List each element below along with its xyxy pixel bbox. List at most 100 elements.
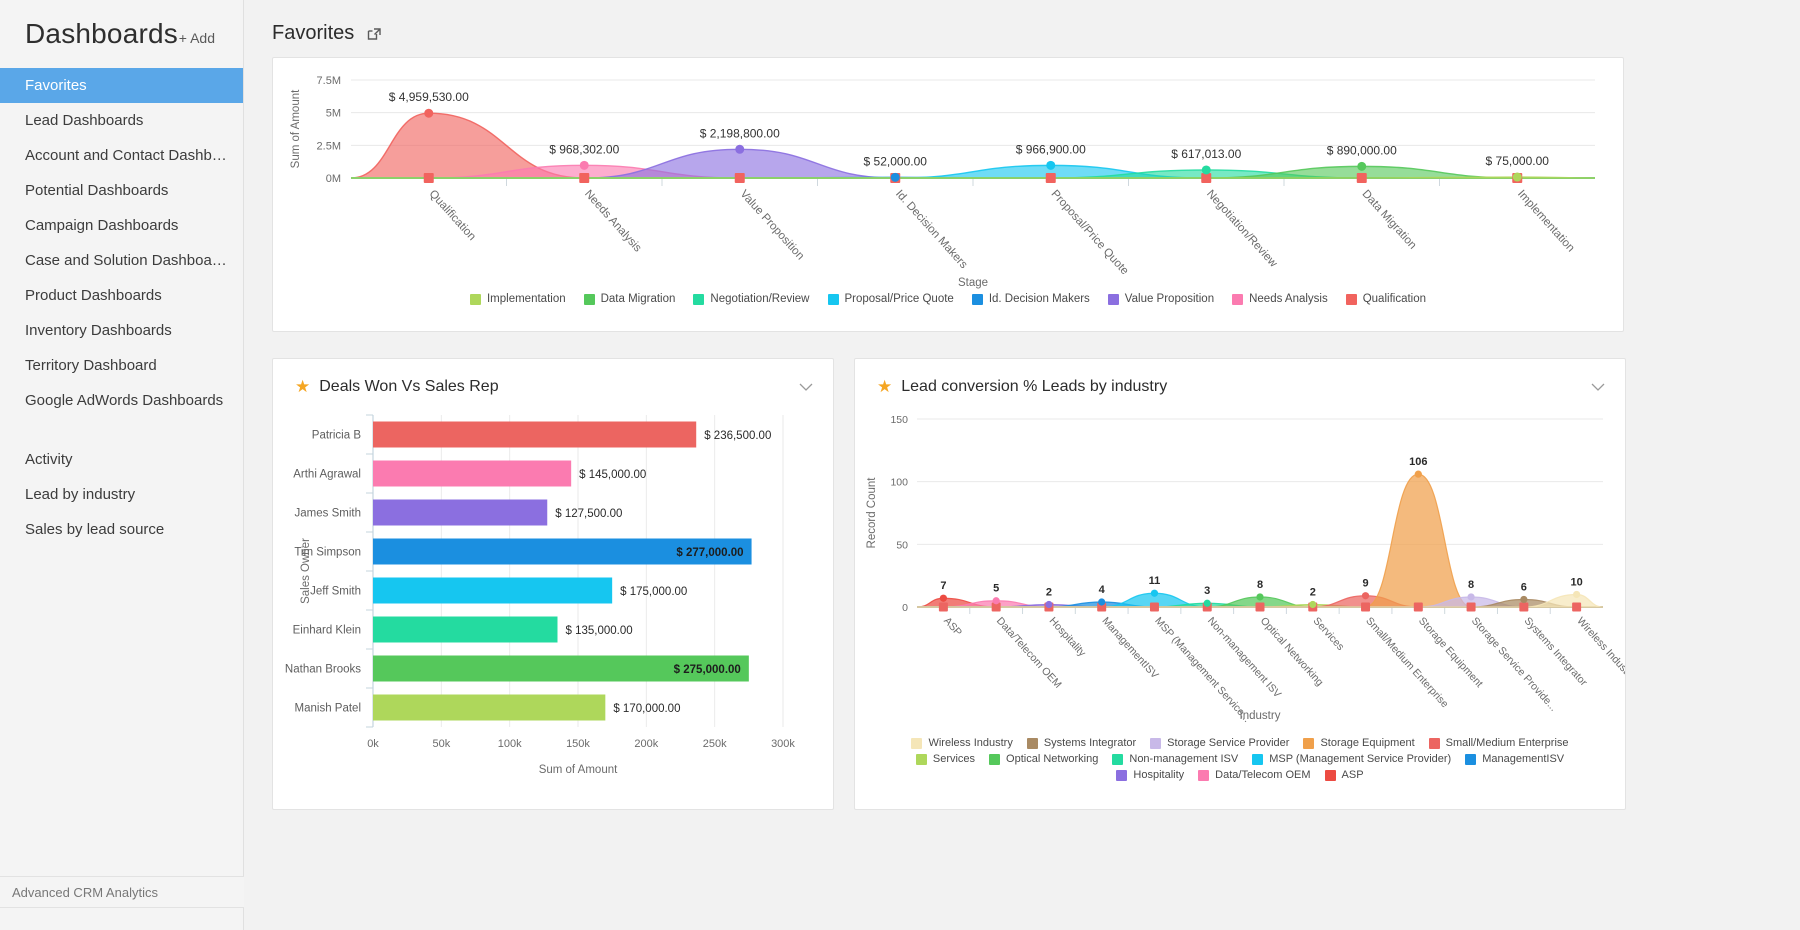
legend-label: ManagementISV — [1482, 753, 1564, 765]
sidebar-item-lead-dashboards[interactable]: Lead Dashboards — [0, 103, 243, 138]
svg-text:5M: 5M — [326, 108, 341, 120]
svg-text:150k: 150k — [566, 738, 590, 750]
svg-text:7.5M: 7.5M — [317, 75, 341, 87]
legend-item[interactable]: ManagementISV — [1465, 753, 1564, 765]
legend-label: Qualification — [1363, 293, 1426, 305]
svg-text:2: 2 — [1310, 586, 1316, 598]
svg-text:7: 7 — [940, 580, 946, 592]
legend-label: Optical Networking — [1006, 753, 1098, 765]
legend-swatch — [1116, 770, 1127, 781]
svg-text:4: 4 — [1099, 584, 1106, 596]
sidebar-footer-link[interactable]: Advanced CRM Analytics — [0, 876, 244, 908]
add-dashboard-button[interactable]: + Add — [179, 30, 223, 46]
legend-label: Wireless Industry — [928, 737, 1012, 749]
sidebar-item-lead-by-industry[interactable]: Lead by industry — [0, 477, 243, 512]
legend-item[interactable]: Value Proposition — [1108, 293, 1214, 305]
sidebar-nav-secondary: ActivityLead by industrySales by lead so… — [0, 442, 243, 547]
legend-item[interactable]: ASP — [1325, 769, 1364, 781]
legend-item[interactable]: Data/Telecom OEM — [1198, 769, 1310, 781]
svg-text:$ 2,198,800.00: $ 2,198,800.00 — [700, 126, 780, 140]
legend-item[interactable]: Proposal/Price Quote — [828, 293, 954, 305]
sidebar-item-potential-dashboards[interactable]: Potential Dashboards — [0, 173, 243, 208]
sidebar-item-favorites[interactable]: Favorites — [0, 68, 243, 103]
legend-item[interactable]: Needs Analysis — [1232, 293, 1328, 305]
legend-swatch — [1465, 754, 1476, 765]
svg-text:8: 8 — [1468, 579, 1474, 591]
legend-item[interactable]: Negotiation/Review — [693, 293, 809, 305]
legend-item[interactable]: Services — [916, 753, 975, 765]
legend-item[interactable]: Data Migration — [584, 293, 676, 305]
svg-text:Storage Service Provide...: Storage Service Provide... — [1469, 615, 1560, 714]
legend-label: Implementation — [487, 293, 566, 305]
legend-item[interactable]: Systems Integrator — [1027, 737, 1136, 749]
chevron-down-icon[interactable] — [1591, 383, 1609, 392]
sidebar-title: Dashboards — [25, 18, 178, 50]
svg-text:250k: 250k — [703, 738, 727, 750]
sidebar-item-inventory-dashboards[interactable]: Inventory Dashboards — [0, 313, 243, 348]
svg-text:ASP: ASP — [941, 615, 964, 639]
legend-item[interactable]: Non-management ISV — [1112, 753, 1238, 765]
sidebar-item-sales-by-lead-source[interactable]: Sales by lead source — [0, 512, 243, 547]
legend-item[interactable]: Storage Equipment — [1303, 737, 1414, 749]
legend-label: Value Proposition — [1125, 293, 1214, 305]
legend-label: Needs Analysis — [1249, 293, 1328, 305]
legend-swatch — [1108, 294, 1119, 305]
svg-text:100: 100 — [890, 477, 908, 489]
legend-label: Non-management ISV — [1129, 753, 1238, 765]
main-content: Favorites 0M2.5M5M7.5MSum of Amount$ 4,9… — [244, 0, 1800, 930]
svg-text:Hospitality: Hospitality — [1047, 615, 1089, 660]
legend-item[interactable]: Storage Service Provider — [1150, 737, 1289, 749]
legend-label: Negotiation/Review — [710, 293, 809, 305]
sidebar-item-activity[interactable]: Activity — [0, 442, 243, 477]
sidebar-item-case-and-solution-dashboards[interactable]: Case and Solution Dashboards — [0, 243, 243, 278]
svg-text:50: 50 — [896, 539, 908, 551]
sidebar-nav: FavoritesLead DashboardsAccount and Cont… — [0, 68, 243, 418]
svg-text:2: 2 — [1046, 586, 1052, 598]
svg-text:MSP (Management Service...: MSP (Management Service... — [1152, 615, 1253, 725]
sidebar-item-territory-dashboard[interactable]: Territory Dashboard — [0, 348, 243, 383]
svg-text:200k: 200k — [634, 738, 658, 750]
svg-text:$ 127,500.00: $ 127,500.00 — [555, 508, 622, 520]
legend-item[interactable]: Id. Decision Makers — [972, 293, 1090, 305]
svg-text:$ 890,000.00: $ 890,000.00 — [1327, 143, 1397, 157]
sidebar-item-google-adwords-dashboards[interactable]: Google AdWords Dashboards — [0, 383, 243, 418]
pipeline-chart: 0M2.5M5M7.5MSum of Amount$ 4,959,530.00$… — [273, 58, 1623, 293]
legend-item[interactable]: MSP (Management Service Provider) — [1252, 753, 1451, 765]
legend-swatch — [1252, 754, 1263, 765]
legend-label: Storage Service Provider — [1167, 737, 1289, 749]
legend-item[interactable]: Small/Medium Enterprise — [1429, 737, 1569, 749]
legend-swatch — [1112, 754, 1123, 765]
svg-text:11: 11 — [1149, 575, 1161, 587]
star-icon[interactable]: ★ — [295, 377, 310, 397]
legend-item[interactable]: Hospitality — [1116, 769, 1184, 781]
legend-label: Proposal/Price Quote — [845, 293, 954, 305]
legend-item[interactable]: Qualification — [1346, 293, 1426, 305]
svg-text:Nathan Brooks: Nathan Brooks — [285, 664, 361, 676]
svg-text:Jeff Smith: Jeff Smith — [310, 586, 361, 598]
sidebar-item-campaign-dashboards[interactable]: Campaign Dashboards — [0, 208, 243, 243]
page-title: Favorites — [272, 22, 354, 45]
legend-swatch — [1198, 770, 1209, 781]
legend-item[interactable]: Optical Networking — [989, 753, 1098, 765]
svg-text:$ 75,000.00: $ 75,000.00 — [1486, 154, 1550, 168]
chevron-down-icon[interactable] — [799, 383, 817, 392]
widget-pipeline-area: 0M2.5M5M7.5MSum of Amount$ 4,959,530.00$… — [272, 57, 1624, 332]
leads-industry-header: ★ Lead conversion % Leads by industry — [855, 359, 1625, 397]
leads-industry-svg: 050100150Record Count75241138291068610AS… — [855, 397, 1625, 737]
legend-item[interactable]: Implementation — [470, 293, 566, 305]
legend-label: ASP — [1342, 769, 1364, 781]
legend-swatch — [1429, 738, 1440, 749]
app-root: Dashboards + Add FavoritesLead Dashboard… — [0, 0, 1800, 930]
sidebar-item-product-dashboards[interactable]: Product Dashboards — [0, 278, 243, 313]
svg-text:Industry: Industry — [1240, 710, 1281, 722]
svg-text:Negotiation/Review: Negotiation/Review — [1204, 188, 1280, 270]
svg-text:$ 145,000.00: $ 145,000.00 — [579, 469, 646, 481]
svg-text:3: 3 — [1204, 585, 1210, 597]
legend-swatch — [911, 738, 922, 749]
legend-swatch — [584, 294, 595, 305]
svg-text:$ 617,013.00: $ 617,013.00 — [1171, 147, 1241, 161]
star-icon[interactable]: ★ — [877, 377, 892, 397]
legend-item[interactable]: Wireless Industry — [911, 737, 1012, 749]
sidebar-item-account-and-contact-dashbo[interactable]: Account and Contact Dashbo... — [0, 138, 243, 173]
external-link-icon[interactable] — [366, 25, 383, 42]
